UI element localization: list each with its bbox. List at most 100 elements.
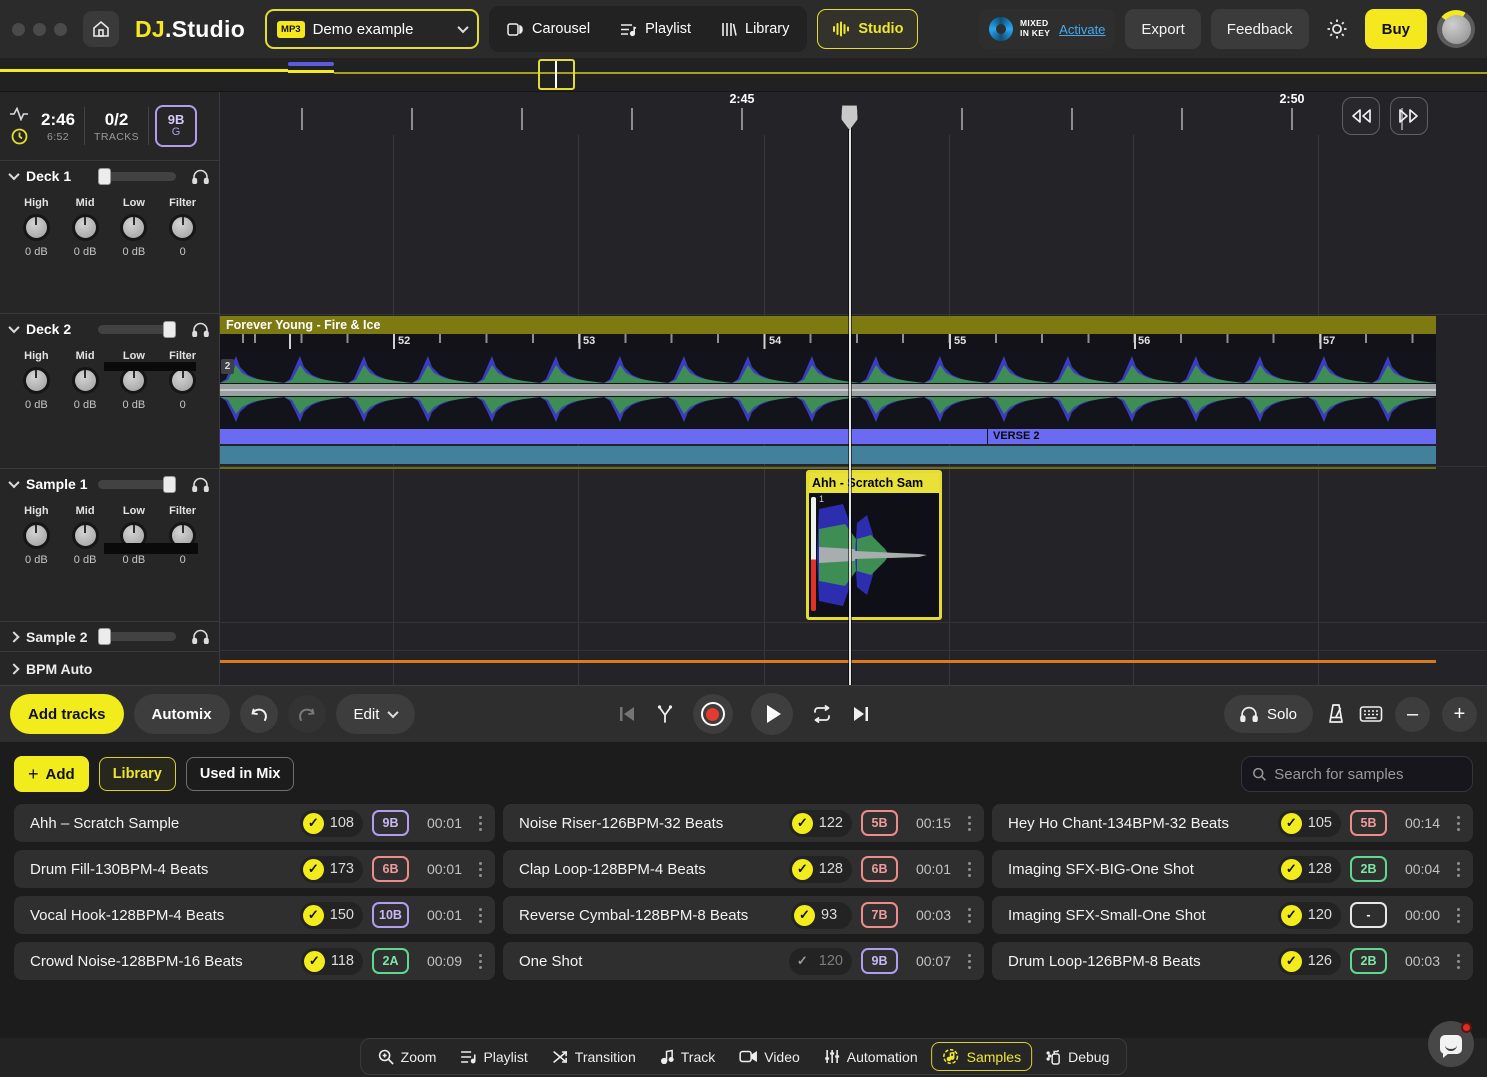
bpm-automation-line[interactable] (220, 660, 1436, 663)
record-button[interactable] (693, 694, 733, 734)
expand-icon[interactable] (8, 631, 19, 642)
sample-row[interactable]: Imaging SFX-Small-One Shot ✓120 - 00:00 (992, 896, 1473, 934)
skip-start-icon[interactable] (617, 705, 637, 723)
check-icon[interactable]: ✓ (1281, 859, 1302, 880)
sample-row[interactable]: Drum Fill-130BPM-4 Beats ✓173 6B 00:01 (14, 850, 495, 888)
collapse-icon[interactable] (8, 322, 19, 333)
collapse-icon[interactable] (8, 477, 19, 488)
filter-knob[interactable] (169, 367, 196, 394)
playhead-handle[interactable] (841, 105, 858, 130)
kebab-menu-icon[interactable] (960, 868, 978, 871)
project-selector[interactable]: MP3 Demo example (265, 9, 479, 49)
sample-clip-ahh-scratch[interactable]: Ahh - Scratch Sam 1 (806, 470, 942, 620)
search-input[interactable] (1274, 766, 1462, 783)
kebab-menu-icon[interactable] (1449, 822, 1467, 825)
buy-button[interactable]: Buy (1365, 9, 1427, 49)
settings-button[interactable] (1319, 11, 1355, 47)
redo-button[interactable] (288, 695, 326, 733)
feedback-button[interactable]: Feedback (1211, 9, 1309, 49)
metronome-icon[interactable] (1325, 703, 1347, 725)
sample-row[interactable]: Imaging SFX-BIG-One Shot ✓128 2B 00:04 (992, 850, 1473, 888)
play-button[interactable] (751, 693, 793, 735)
collapse-icon[interactable] (8, 169, 19, 180)
zoom-out-button[interactable]: – (1395, 697, 1430, 732)
sample-row[interactable]: Ahh – Scratch Sample ✓108 9B 00:01 (14, 804, 495, 842)
eq-mid-knob[interactable] (72, 367, 99, 394)
sample1-volume-slider[interactable] (98, 480, 176, 489)
sample-row[interactable]: Crowd Noise-128BPM-16 Beats ✓118 2A 00:0… (14, 942, 495, 980)
automix-button[interactable]: Automix (134, 694, 230, 734)
mixed-in-key-widget[interactable]: MIXEDIN KEY Activate (979, 9, 1115, 49)
home-button[interactable] (83, 11, 119, 47)
activate-link[interactable]: Activate (1059, 22, 1105, 37)
deck1-volume-slider[interactable] (98, 172, 176, 181)
kebab-menu-icon[interactable] (1449, 914, 1467, 917)
track-clip-forever-young[interactable]: Forever Young - Fire & Ice 52 53 54 55 5… (220, 316, 1436, 464)
split-icon[interactable] (655, 704, 675, 724)
tool-zoom[interactable]: Zoom (368, 1042, 447, 1071)
support-chat-button[interactable] (1428, 1021, 1474, 1067)
tab-carousel[interactable]: Carousel (493, 10, 604, 48)
eq-low-knob[interactable] (120, 214, 147, 241)
kebab-menu-icon[interactable] (471, 822, 489, 825)
expand-icon[interactable] (8, 663, 19, 674)
overview-viewport[interactable] (538, 59, 575, 90)
kebab-menu-icon[interactable] (960, 914, 978, 917)
deck2-volume-slider[interactable] (98, 325, 176, 334)
tool-automation[interactable]: Automation (814, 1042, 928, 1071)
section-bar[interactable]: VERSE 2 (220, 429, 1436, 444)
export-button[interactable]: Export (1125, 9, 1200, 49)
kebab-menu-icon[interactable] (1449, 960, 1467, 963)
check-icon[interactable]: ✓ (303, 813, 324, 834)
tab-playlist[interactable]: Playlist (606, 10, 705, 48)
tool-samples[interactable]: Samples (932, 1042, 1032, 1071)
tool-track[interactable]: Track (650, 1042, 725, 1071)
undo-button[interactable] (240, 695, 278, 733)
kebab-menu-icon[interactable] (471, 868, 489, 871)
kebab-menu-icon[interactable] (960, 960, 978, 963)
add-sample-button[interactable]: + Add (14, 756, 89, 792)
sample-row[interactable]: Clap Loop-128BPM-4 Beats ✓128 6B 00:01 (503, 850, 984, 888)
check-icon[interactable]: ✓ (303, 859, 324, 880)
tool-transition[interactable]: Transition (542, 1042, 646, 1071)
add-tracks-button[interactable]: Add tracks (10, 694, 124, 734)
sample-row[interactable]: Drum Loop-126BPM-8 Beats ✓126 2B 00:03 (992, 942, 1473, 980)
avatar[interactable] (1437, 10, 1475, 48)
filter-knob[interactable] (169, 214, 196, 241)
clip-volume-fader[interactable] (811, 497, 816, 611)
check-icon[interactable]: ✓ (1281, 951, 1302, 972)
tab-studio[interactable]: Studio (817, 9, 918, 49)
headphone-icon[interactable] (192, 477, 209, 492)
check-icon[interactable]: ✓ (304, 951, 325, 972)
tool-playlist[interactable]: Playlist (450, 1042, 537, 1071)
clock-icon[interactable] (11, 128, 28, 145)
sample-row[interactable]: Reverse Cymbal-128BPM-8 Beats ✓93 7B 00:… (503, 896, 984, 934)
kebab-menu-icon[interactable] (960, 822, 978, 825)
eq-low-knob[interactable] (120, 367, 147, 394)
eq-mid-knob[interactable] (72, 214, 99, 241)
sample-row[interactable]: One Shot ✓120 9B 00:07 (503, 942, 984, 980)
headphone-icon[interactable] (192, 169, 209, 184)
kebab-menu-icon[interactable] (471, 914, 489, 917)
tool-video[interactable]: Video (729, 1042, 810, 1071)
sample-row[interactable]: Hey Ho Chant-134BPM-32 Beats ✓105 5B 00:… (992, 804, 1473, 842)
check-icon[interactable]: ✓ (794, 905, 815, 926)
eq-high-knob[interactable] (23, 522, 50, 549)
sample-search[interactable] (1241, 756, 1473, 792)
tool-debug[interactable]: Debug (1036, 1042, 1119, 1071)
timeline[interactable]: 2:45 2:50 Forever Young - Fire & Ice 52 … (220, 92, 1487, 685)
eq-mid-knob[interactable] (72, 522, 99, 549)
tab-used-in-mix[interactable]: Used in Mix (186, 757, 295, 791)
zoom-in-button[interactable]: + (1442, 697, 1477, 732)
check-icon[interactable]: ✓ (1281, 905, 1302, 926)
window-controls[interactable] (12, 23, 67, 36)
eq-high-knob[interactable] (23, 367, 50, 394)
check-icon[interactable]: ✓ (792, 859, 813, 880)
skip-end-icon[interactable] (851, 705, 871, 723)
solo-button[interactable]: Solo (1224, 695, 1313, 733)
keyboard-icon[interactable] (1359, 705, 1383, 723)
sample2-volume-slider[interactable] (98, 632, 176, 641)
kebab-menu-icon[interactable] (1449, 868, 1467, 871)
tab-library[interactable]: Library (707, 10, 803, 48)
check-icon[interactable]: ✓ (792, 951, 813, 972)
